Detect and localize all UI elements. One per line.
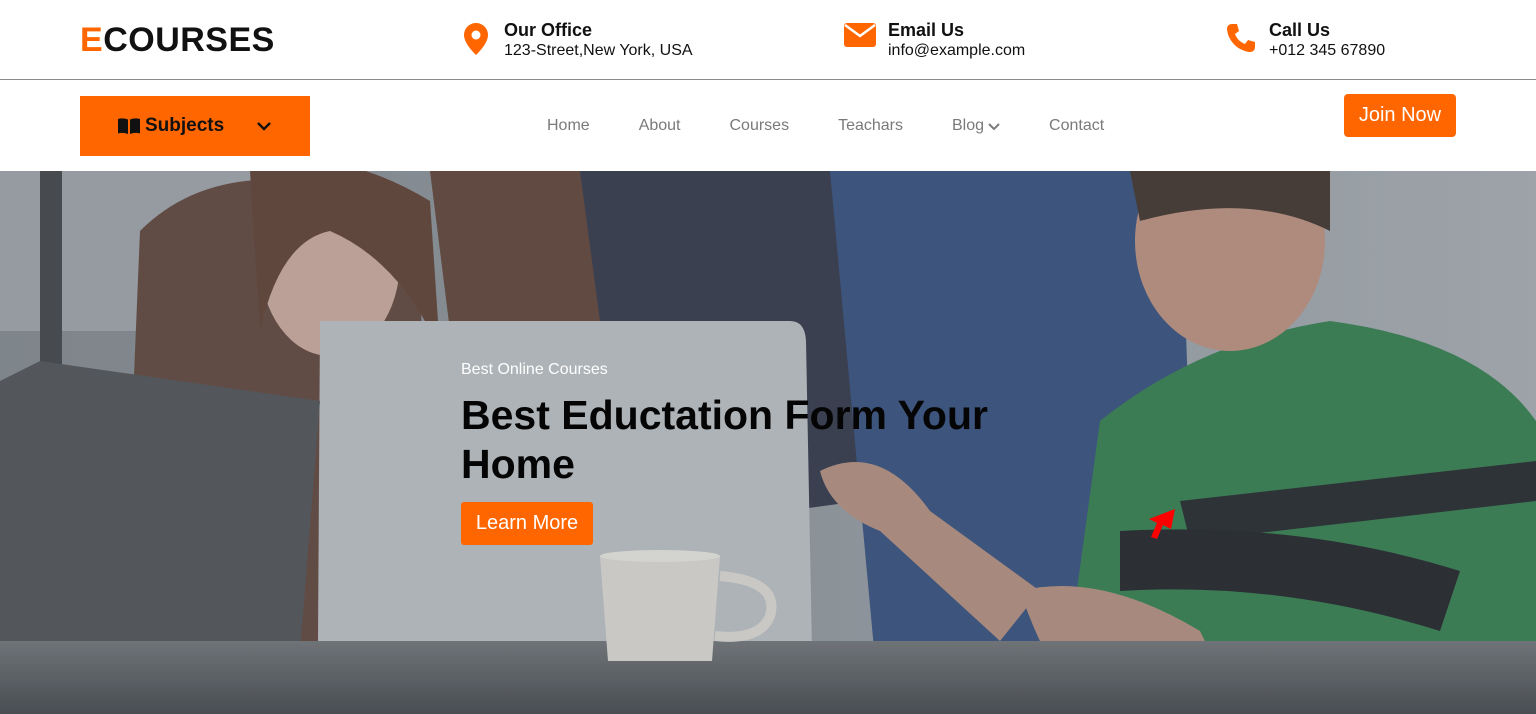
office-address: 123-Street,New York, USA [504, 42, 693, 59]
hero-banner: Best Online Courses Best Eductation Form… [0, 171, 1536, 714]
contact-office: Our Office 123-Street,New York, USA [459, 19, 693, 60]
nav-courses[interactable]: Courses [730, 116, 790, 136]
logo-text: COURSES [103, 21, 275, 59]
hero-kicker: Best Online Courses [461, 361, 608, 378]
envelope-icon [843, 23, 877, 47]
main-navbar: Subjects Home About Courses Teachars Blo… [0, 80, 1536, 171]
subjects-dropdown[interactable]: Subjects [80, 96, 310, 156]
phone-title: Call Us [1269, 20, 1331, 40]
nav-blog-label: Blog [952, 117, 985, 134]
chevron-down-icon [256, 118, 272, 134]
top-bar: ECOURSES Our Office 123-Street,New York,… [0, 0, 1536, 80]
subjects-label: Subjects [145, 115, 225, 136]
nav-contact[interactable]: Contact [1049, 116, 1104, 136]
nav-blog[interactable]: Blog [952, 116, 1000, 136]
nav-home[interactable]: Home [547, 116, 590, 136]
email-title: Email Us [888, 20, 965, 40]
nav-teachers[interactable]: Teachars [838, 116, 903, 136]
phone-number[interactable]: +012 345 67890 [1269, 41, 1385, 60]
hero-content: Best Online Courses Best Eductation Form… [461, 360, 1021, 545]
hero-title: Best Eductation Form Your Home [461, 392, 988, 487]
book-icon [118, 118, 140, 134]
email-address[interactable]: info@example.com [888, 41, 1025, 60]
phone-icon [1224, 23, 1258, 53]
join-now-button[interactable]: Join Now [1344, 94, 1456, 137]
chevron-down-icon [988, 123, 1000, 131]
nav-about[interactable]: About [639, 116, 681, 136]
office-title: Our Office [504, 20, 593, 40]
learn-more-button[interactable]: Learn More [461, 502, 593, 545]
site-logo[interactable]: ECOURSES [80, 20, 275, 60]
contact-phone: Call Us +012 345 67890 [1224, 19, 1385, 60]
logo-first-letter: E [80, 21, 104, 59]
contact-email: Email Us info@example.com [843, 19, 1025, 60]
mouse-cursor-icon [1149, 509, 1175, 539]
map-pin-icon [459, 23, 493, 55]
nav-links: Home About Courses Teachars Blog Contact [547, 116, 1104, 136]
